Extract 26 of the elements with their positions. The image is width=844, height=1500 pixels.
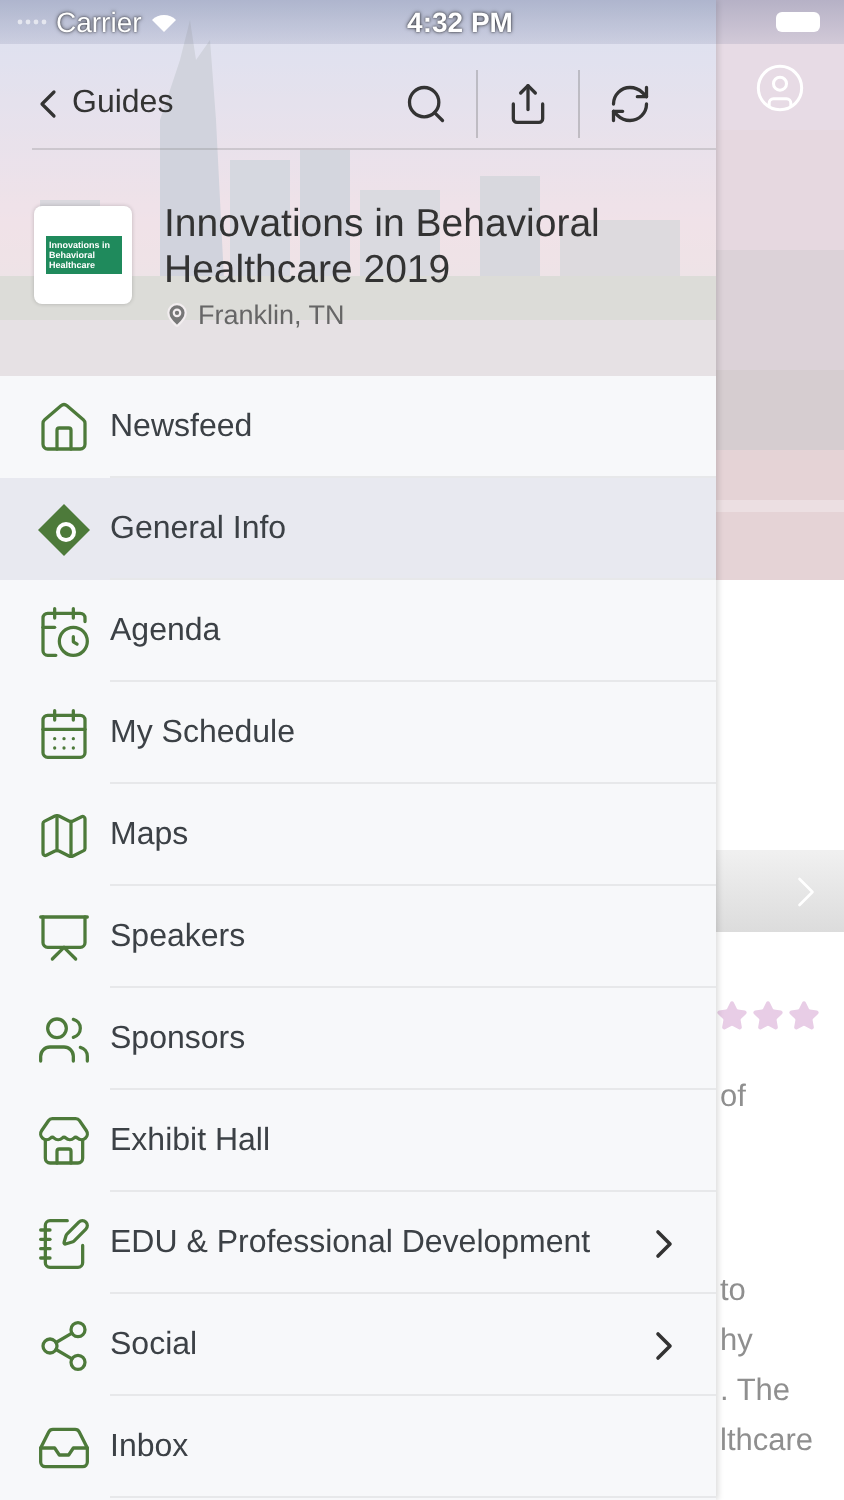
menu-item[interactable]: Exhibit Hall [0, 1090, 716, 1192]
menu-item[interactable]: Newsfeed [0, 376, 716, 478]
store-icon [36, 1113, 92, 1169]
menu-item[interactable]: Social [0, 1294, 716, 1396]
menu-item[interactable]: General Info [0, 478, 716, 580]
menu-item[interactable]: Speakers [0, 886, 716, 988]
text-fragment: . The [720, 1372, 793, 1412]
people-icon [36, 1011, 92, 1067]
presentation-icon [36, 909, 92, 965]
calendar-icon [36, 705, 92, 761]
house-icon [36, 399, 92, 455]
menu-item[interactable]: Maps [0, 784, 716, 886]
menu-item[interactable]: EDU & Professional Development [0, 1192, 716, 1294]
battery-icon [776, 12, 820, 32]
text-fragment: lthcare [720, 1422, 816, 1462]
menu-item[interactable]: Agenda [0, 580, 716, 682]
menu-item[interactable]: My Schedule [0, 682, 716, 784]
notebook-icon [36, 1215, 92, 1271]
text-fragment: of [720, 1078, 748, 1118]
menu-item[interactable]: Inbox [0, 1396, 716, 1498]
text-fragment: to [720, 1272, 748, 1312]
share-nodes-icon [36, 1317, 92, 1373]
diamond-logo-icon [36, 501, 92, 557]
menu-item[interactable]: Sponsors [0, 988, 716, 1090]
calendar-clock-icon [36, 603, 92, 659]
text-fragment: hy [720, 1322, 755, 1362]
